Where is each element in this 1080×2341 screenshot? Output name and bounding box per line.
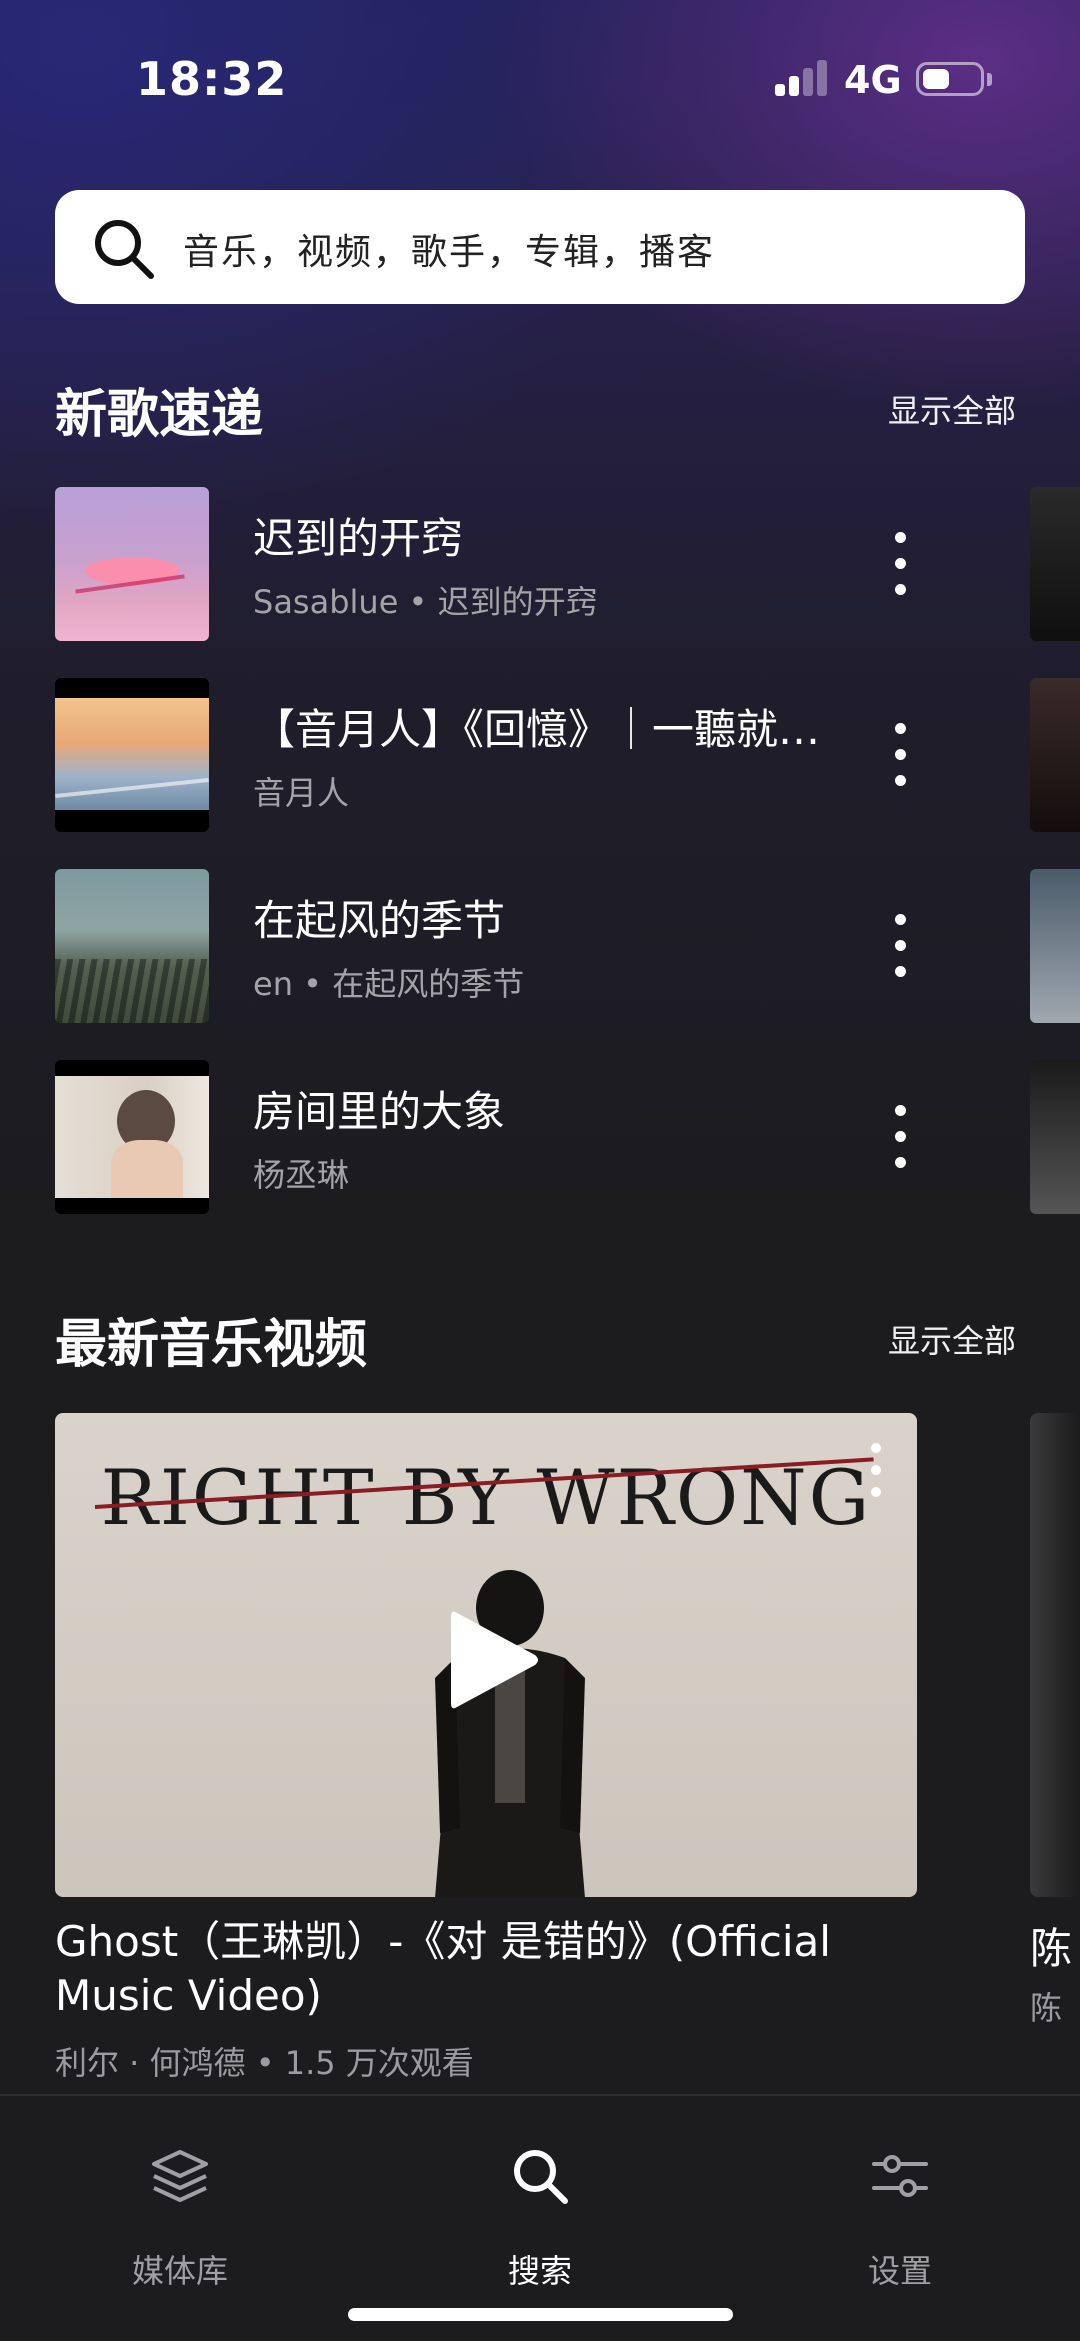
song-cover-image[interactable]: [1030, 1060, 1080, 1214]
song-cover-image: [55, 678, 209, 832]
tab-search[interactable]: 搜索: [430, 2146, 650, 2290]
song-row[interactable]: 【音月人】《回憶》｜一聽就會流淚的情歌 音月人: [0, 678, 1080, 832]
video-title[interactable]: Ghost（王琳凯）-《对 是错的》(Official Music Video): [55, 1915, 955, 2023]
tab-settings-label: 设置: [867, 2252, 932, 2290]
tab-search-label: 搜索: [507, 2252, 572, 2290]
video-meta: 利尔 · 何鸿德 • 1.5 万次观看: [55, 2044, 474, 2082]
new-songs-show-all-button[interactable]: 显示全部: [888, 386, 1016, 432]
song-title: 房间里的大象: [253, 1087, 506, 1136]
song-cover-image[interactable]: [1030, 869, 1080, 1023]
song-cover-image[interactable]: [1030, 487, 1080, 641]
settings-icon: [872, 2155, 928, 2197]
song-subtitle: 音月人: [253, 774, 350, 812]
song-cover-image: [55, 1060, 209, 1214]
status-time: 18:32: [136, 52, 288, 106]
battery-tip: [987, 73, 992, 86]
home-indicator[interactable]: [348, 2308, 733, 2321]
song-cover-image: [55, 487, 209, 641]
cellular-signal-icon: [775, 60, 829, 96]
song-cover-image[interactable]: [1030, 678, 1080, 832]
song-subtitle: 杨丞琳: [253, 1156, 350, 1194]
search-input[interactable]: 音乐，视频，歌手，专辑，播客: [55, 190, 1025, 304]
song-row[interactable]: 房间里的大象 杨丞琳: [0, 1060, 1080, 1214]
video-title[interactable]: 陈: [1030, 1915, 1072, 1976]
video-thumbnail[interactable]: [1030, 1413, 1080, 1897]
song-title: 在起风的季节: [253, 896, 506, 945]
song-cover-image: [55, 869, 209, 1023]
music-videos-show-all-button[interactable]: 显示全部: [888, 1316, 1016, 1362]
more-options-icon[interactable]: [880, 1105, 920, 1169]
tab-settings[interactable]: 设置: [790, 2146, 1010, 2290]
video-meta: 陈: [1030, 1989, 1063, 2027]
network-type: 4G: [844, 58, 902, 102]
more-options-icon[interactable]: [880, 914, 920, 978]
new-songs-title: 新歌速递: [55, 385, 264, 445]
more-options-icon[interactable]: [880, 532, 920, 596]
tab-bar: 媒体库 搜索 设置: [0, 2094, 1080, 2341]
song-subtitle: Sasablue • 迟到的开窍: [253, 583, 598, 621]
status-bar: 18:32 4G: [0, 0, 1080, 160]
song-subtitle: en • 在起风的季节: [253, 965, 525, 1003]
library-icon: [152, 2150, 208, 2202]
tab-library[interactable]: 媒体库: [70, 2146, 290, 2290]
song-row[interactable]: 迟到的开窍 Sasablue • 迟到的开窍: [0, 487, 1080, 641]
search-icon: [95, 220, 154, 279]
song-title: 迟到的开窍: [253, 514, 464, 563]
song-title: 【音月人】《回憶》｜一聽就會流淚的情歌: [253, 705, 833, 754]
tab-library-label: 媒体库: [131, 2252, 228, 2290]
video-thumbnail[interactable]: RIGHT BY WRONG: [55, 1413, 917, 1897]
more-options-icon[interactable]: [880, 723, 920, 787]
search-placeholder: 音乐，视频，歌手，专辑，播客: [183, 232, 716, 273]
music-videos-title: 最新音乐视频: [55, 1315, 368, 1375]
search-icon: [514, 2150, 568, 2204]
battery-icon: [916, 62, 984, 96]
song-row[interactable]: 在起风的季节 en • 在起风的季节: [0, 869, 1080, 1023]
video-more-options-icon[interactable]: [863, 1443, 889, 1503]
play-icon[interactable]: [443, 1605, 543, 1715]
